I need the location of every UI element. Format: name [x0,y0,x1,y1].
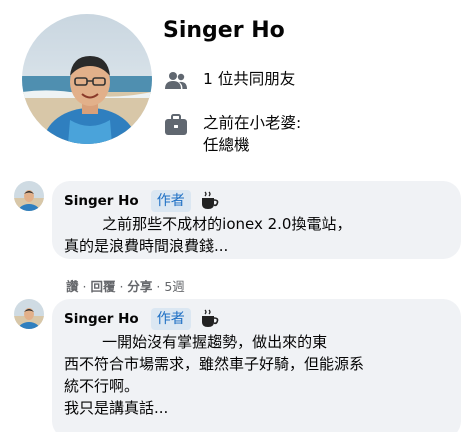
share-button[interactable]: 分享 [127,279,152,294]
comment-bubble: Singer Ho 作者 之前那些不成材的ionex 2.0換電站， 真的是浪費… [52,181,461,259]
work-line-2: 任總機 [203,136,250,154]
mutual-friends-text: 1 位共同朋友 [203,70,296,88]
people-icon [163,68,189,94]
comment-avatar[interactable] [14,181,44,211]
comment-time[interactable]: 5週 [164,279,184,294]
comment-text: 之前那些不成材的ionex 2.0換電站， 真的是浪費時間浪費錢... [64,215,352,255]
comment-bubble: Singer Ho 作者 一開始沒有掌握趨勢，做出來的東 西不符合市場需求，雖然… [52,299,461,432]
work-line-1: 之前在小老婆: [203,114,302,132]
coffee-cup-icon [199,190,221,212]
mutual-friends-row[interactable]: 1 位共同朋友 [163,68,295,94]
profile-name[interactable]: Singer Ho [163,18,285,43]
profile-avatar[interactable] [22,14,152,144]
comment-author[interactable]: Singer Ho [64,311,139,327]
author-badge: 作者 [150,308,191,330]
coffee-cup-icon [199,308,221,330]
work-row: 之前在小老婆: 任總機 [163,112,301,156]
author-badge: 作者 [150,190,191,212]
briefcase-icon [163,112,189,138]
like-button[interactable]: 讚 [66,279,79,294]
comment-avatar[interactable] [14,299,44,329]
comment-author[interactable]: Singer Ho [64,193,139,209]
reply-button[interactable]: 回覆 [90,279,115,294]
comment-actions: 讚 · 回覆 · 分享 · 5週 [66,279,185,294]
comment-text: 一開始沒有掌握趨勢，做出來的東 西不符合市場需求，雖然車子好騎，但能源系 統不行… [64,333,365,417]
profile-card: Singer Ho 1 位共同朋友 之前在小老婆: 任總機 [0,0,461,170]
